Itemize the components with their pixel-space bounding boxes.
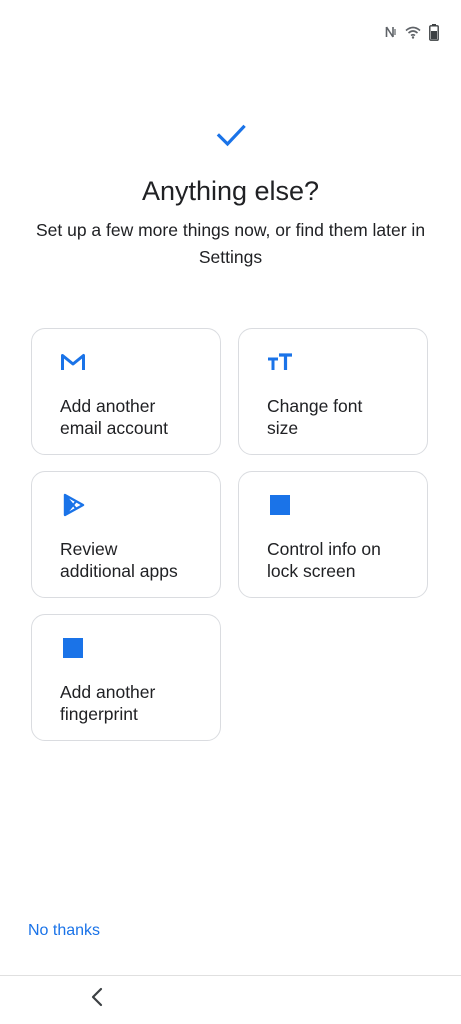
no-thanks-button[interactable]: No thanks xyxy=(28,922,100,940)
add-fingerprint-label: Add another fingerprint xyxy=(60,682,156,724)
font-size-icon xyxy=(267,349,293,375)
setup-screen: Anything else? Set up a few more things … xyxy=(0,0,461,1024)
lock-screen-icon xyxy=(267,492,293,518)
back-chevron-icon xyxy=(90,987,104,1012)
add-email-account-label: Add another email account xyxy=(60,396,168,438)
battery-icon xyxy=(429,23,439,41)
fingerprint-icon xyxy=(60,635,86,661)
page-subtitle: Set up a few more things now, or find th… xyxy=(35,220,426,267)
wifi-icon xyxy=(405,26,421,39)
add-email-account-card[interactable]: Add another email account xyxy=(31,328,221,455)
review-apps-label: Review additional apps xyxy=(60,539,178,581)
gmail-icon xyxy=(60,349,86,375)
page-title: Anything else? xyxy=(141,176,320,206)
nfc-icon xyxy=(385,25,397,39)
review-apps-card[interactable]: Review additional apps xyxy=(31,471,221,598)
status-bar xyxy=(385,20,439,44)
change-font-size-label: Change font size xyxy=(267,396,363,438)
add-fingerprint-card[interactable]: Add another fingerprint xyxy=(31,614,221,741)
play-store-icon xyxy=(60,492,86,518)
nav-divider xyxy=(0,975,461,976)
back-button[interactable] xyxy=(82,984,112,1014)
change-font-size-card[interactable]: Change font size xyxy=(238,328,428,455)
lock-screen-info-card[interactable]: Control info on lock screen xyxy=(238,471,428,598)
check-icon xyxy=(216,122,246,153)
lock-screen-info-label: Control info on lock screen xyxy=(267,539,381,581)
header-icon-wrap xyxy=(0,122,461,153)
